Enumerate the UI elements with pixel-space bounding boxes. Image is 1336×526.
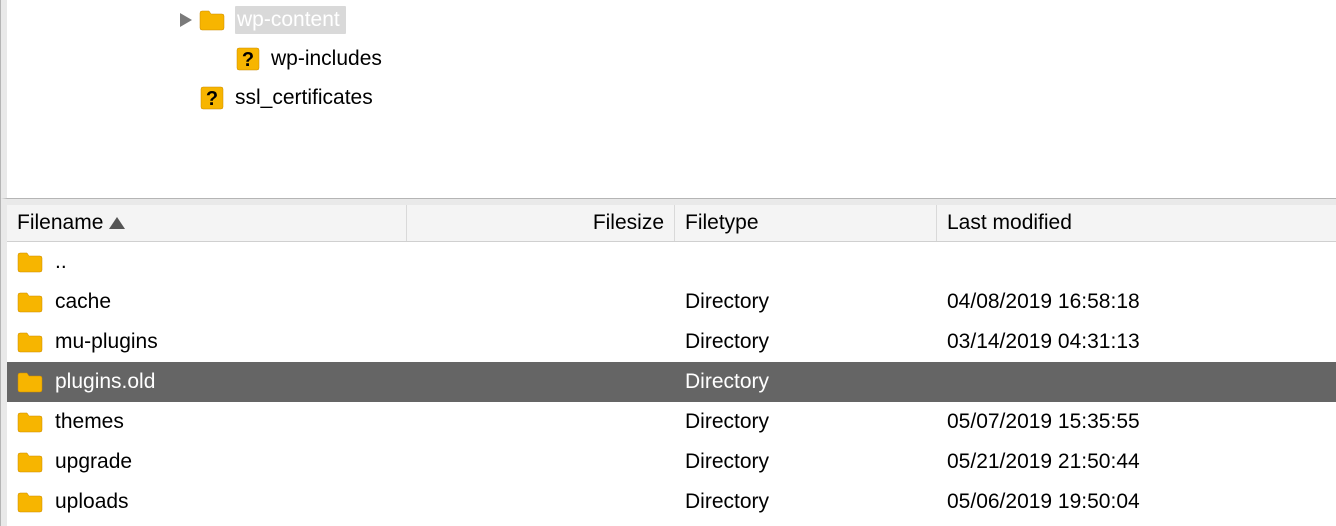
folder-icon	[17, 331, 43, 353]
cell-filetype: Directory	[675, 442, 937, 482]
cell-filesize	[407, 362, 675, 402]
folder-icon	[17, 291, 43, 313]
folder-tree-pane: wp-content? wp-includes? ssl_certificates	[1, 0, 1336, 199]
cell-modified: 05/07/2019 15:35:55	[937, 402, 1336, 442]
file-manager: wp-content?wp-includes?ssl_certificates …	[0, 0, 1336, 526]
cell-filename: uploads	[7, 482, 407, 522]
file-list-pane: Filename Filesize Filetype Last modified…	[1, 199, 1336, 526]
cell-modified	[937, 242, 1336, 282]
column-header-modified[interactable]: Last modified	[937, 205, 1336, 241]
tree-item-label: ssl_certificates	[235, 86, 373, 110]
folder-icon	[17, 371, 43, 393]
column-header-filename-label: Filename	[17, 211, 103, 235]
cell-modified: 04/08/2019 16:58:18	[937, 282, 1336, 322]
cell-filename: plugins.old	[7, 362, 407, 402]
tree-item[interactable]: ? ssl_certificates	[7, 78, 1336, 117]
disclosure-triangle-icon	[213, 50, 231, 68]
cell-filename: mu-plugins	[7, 322, 407, 362]
filename-label: plugins.old	[55, 370, 155, 394]
column-header-filetype[interactable]: Filetype	[675, 205, 937, 241]
tree-item-label: wp-includes	[271, 47, 382, 71]
cell-filename: ..	[7, 242, 407, 282]
column-header-modified-label: Last modified	[947, 211, 1072, 235]
tree-item[interactable]: ? wp-includes	[7, 39, 1336, 78]
cell-modified: 03/14/2019 04:31:13	[937, 322, 1336, 362]
cell-modified: 05/21/2019 21:50:44	[937, 442, 1336, 482]
cell-filetype: Directory	[675, 362, 937, 402]
unknown-folder-icon: ?	[235, 48, 261, 70]
filename-label: uploads	[55, 490, 129, 514]
table-row[interactable]: mu-plugins Directory03/14/2019 04:31:13	[7, 322, 1336, 362]
disclosure-triangle-icon	[177, 89, 195, 107]
cell-filetype	[675, 242, 937, 282]
cell-filesize	[407, 402, 675, 442]
cell-filetype: Directory	[675, 282, 937, 322]
filename-label: upgrade	[55, 450, 132, 474]
unknown-folder-icon: ?	[199, 87, 225, 109]
column-header-filesize-label: Filesize	[593, 211, 664, 235]
cell-filesize	[407, 482, 675, 522]
cell-filesize	[407, 442, 675, 482]
cell-filetype: Directory	[675, 482, 937, 522]
file-list: ..cacheDirectory04/08/2019 16:58:18mu-pl…	[7, 242, 1336, 526]
cell-filetype: Directory	[675, 402, 937, 442]
cell-modified	[937, 362, 1336, 402]
disclosure-triangle-icon[interactable]	[177, 11, 195, 29]
folder-icon	[17, 411, 43, 433]
table-row[interactable]: themes Directory05/07/2019 15:35:55	[7, 402, 1336, 442]
sort-ascending-icon	[109, 217, 125, 229]
folder-icon	[17, 491, 43, 513]
svg-text:?: ?	[206, 88, 218, 110]
table-row[interactable]: ..	[7, 242, 1336, 282]
filename-label: mu-plugins	[55, 330, 158, 354]
column-header-filesize[interactable]: Filesize	[407, 205, 675, 241]
table-row[interactable]: upgrade Directory05/21/2019 21:50:44	[7, 442, 1336, 482]
column-header-row: Filename Filesize Filetype Last modified	[7, 205, 1336, 242]
cell-filesize	[407, 242, 675, 282]
cell-filename: upgrade	[7, 442, 407, 482]
filename-label: themes	[55, 410, 124, 434]
cell-filename: cache	[7, 282, 407, 322]
filename-label: cache	[55, 290, 111, 314]
folder-tree: wp-content? wp-includes? ssl_certificates	[7, 0, 1336, 117]
column-header-filename[interactable]: Filename	[7, 205, 407, 241]
tree-item-label: wp-content	[235, 6, 346, 34]
cell-filesize	[407, 282, 675, 322]
cell-filename: themes	[7, 402, 407, 442]
folder-icon	[199, 9, 225, 31]
table-row[interactable]: plugins.old Directory	[7, 362, 1336, 402]
table-row[interactable]: cache Directory04/08/2019 16:58:18	[7, 282, 1336, 322]
tree-item[interactable]: wp-content	[7, 0, 1336, 39]
folder-icon	[17, 451, 43, 473]
cell-filesize	[407, 322, 675, 362]
table-row[interactable]: uploads Directory05/06/2019 19:50:04	[7, 482, 1336, 522]
cell-modified: 05/06/2019 19:50:04	[937, 482, 1336, 522]
folder-icon	[17, 251, 43, 273]
filename-label: ..	[55, 250, 67, 274]
svg-text:?: ?	[242, 49, 254, 71]
column-header-filetype-label: Filetype	[685, 211, 759, 235]
cell-filetype: Directory	[675, 322, 937, 362]
